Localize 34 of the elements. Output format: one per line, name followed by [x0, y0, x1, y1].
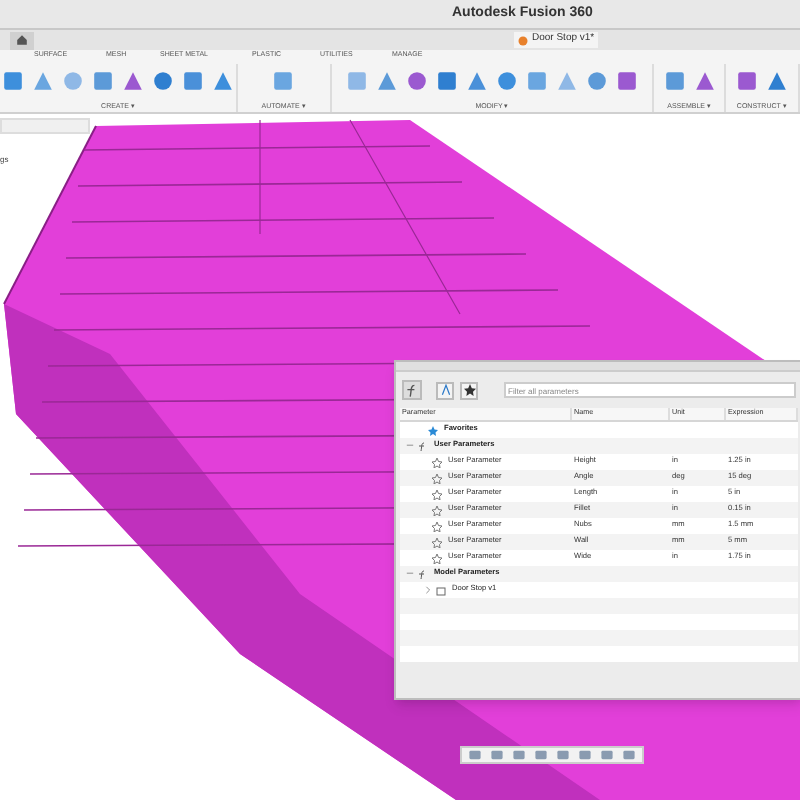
home-button[interactable]	[10, 31, 34, 49]
triangle-icon[interactable]	[375, 69, 398, 92]
triangle-icon[interactable]	[122, 69, 145, 92]
circle-icon[interactable]	[585, 69, 608, 92]
triangle-icon[interactable]	[765, 69, 788, 92]
browser-panel	[0, 118, 90, 134]
function-icon	[418, 441, 428, 451]
star-outline-icon	[432, 521, 442, 531]
star-outline-icon	[432, 537, 442, 547]
collapse-caret-icon[interactable]	[406, 570, 414, 578]
circle-icon[interactable]	[405, 69, 428, 92]
home-icon	[16, 34, 28, 46]
triangle-icon[interactable]	[465, 69, 488, 92]
collapse-caret-icon[interactable]	[406, 442, 414, 450]
triangle-icon[interactable]	[555, 69, 578, 92]
function-icon	[418, 569, 428, 579]
function-button[interactable]	[402, 380, 422, 400]
circle-icon[interactable]	[62, 69, 85, 92]
star-button[interactable]	[460, 381, 478, 399]
circle-icon[interactable]	[495, 69, 518, 92]
star-icon	[428, 425, 438, 435]
star-outline-icon	[432, 489, 442, 499]
circle-icon[interactable]	[152, 69, 175, 92]
expand-caret-icon[interactable]	[424, 586, 432, 594]
add-favorite-button[interactable]	[436, 381, 454, 399]
star-outline-icon	[432, 505, 442, 515]
star-outline-icon	[432, 457, 442, 467]
component-icon	[436, 585, 446, 595]
triangle-icon[interactable]	[212, 69, 235, 92]
star-outline-icon	[432, 553, 442, 563]
triangle-icon[interactable]	[32, 69, 55, 92]
star-outline-icon	[432, 473, 442, 483]
triangle-icon[interactable]	[693, 69, 716, 92]
part-icon	[518, 35, 528, 45]
